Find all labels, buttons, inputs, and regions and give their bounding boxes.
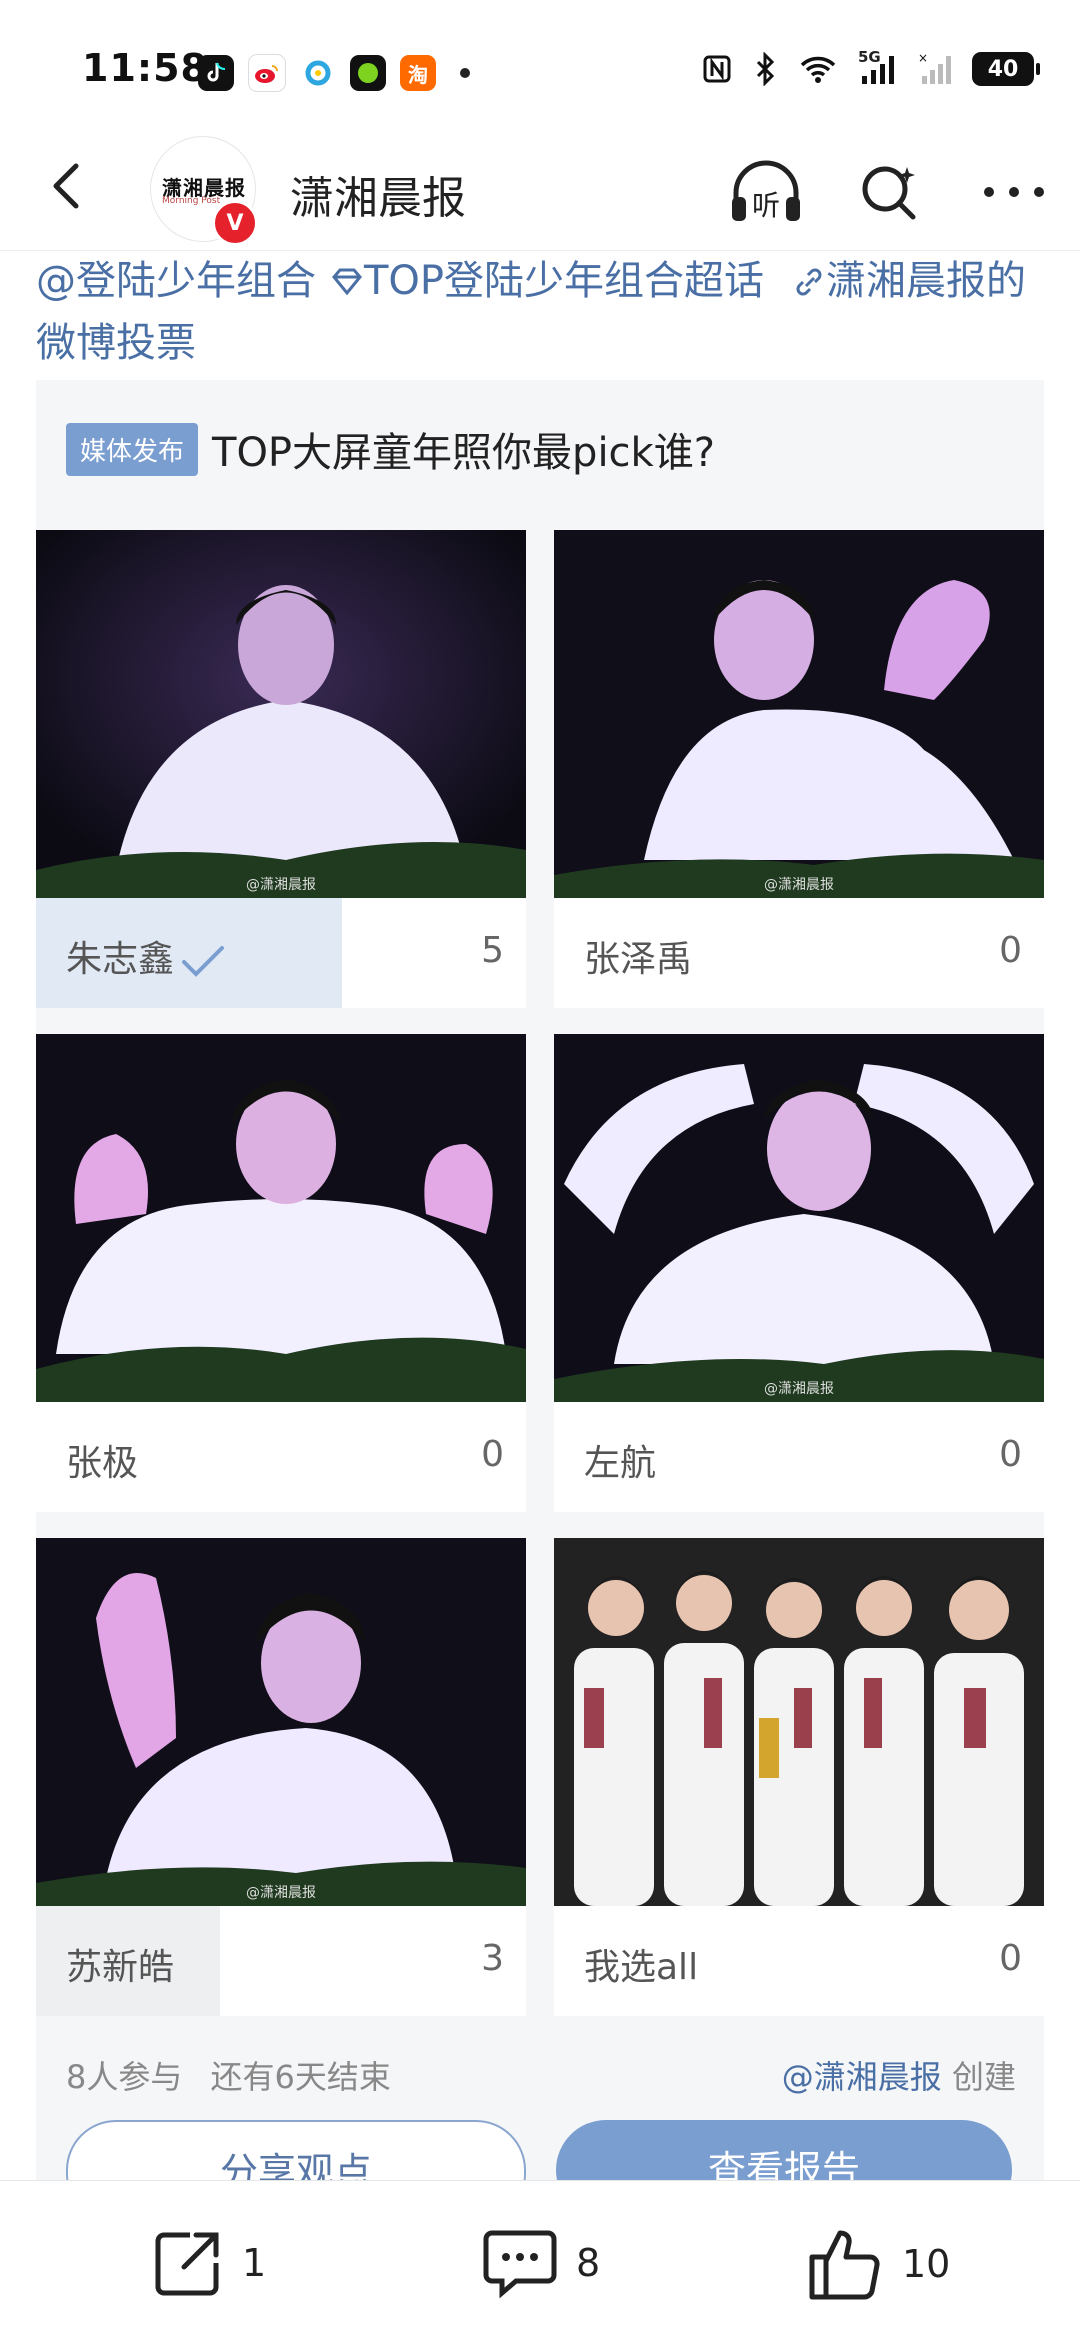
system-icons: 5G × 40 bbox=[702, 48, 1040, 86]
photo-watermark: @潇湘晨报 bbox=[764, 1381, 834, 1397]
vote-header: 媒体发布 TOP大屏童年照你最pick谁? bbox=[66, 420, 715, 478]
option-photo: @潇湘晨报 bbox=[36, 1538, 526, 1906]
option-label: 朱志鑫 bbox=[66, 930, 226, 982]
option-photo: @潇湘晨报 bbox=[36, 530, 526, 898]
link-icon bbox=[796, 268, 822, 296]
comment-icon bbox=[483, 2230, 557, 2299]
vote-option[interactable]: @潇湘晨报 苏新皓 3 bbox=[36, 1538, 526, 2016]
signal-weak-icon: × bbox=[918, 52, 951, 84]
media-badge: 媒体发布 bbox=[66, 422, 199, 476]
option-count: 0 bbox=[999, 1938, 1022, 1979]
chevron-left-icon bbox=[53, 163, 79, 209]
option-count: 0 bbox=[481, 1434, 504, 1475]
option-count: 3 bbox=[481, 1938, 504, 1979]
comment-count: 8 bbox=[576, 2241, 601, 2285]
option-photo bbox=[36, 1034, 526, 1402]
status-time: 11:58 bbox=[82, 46, 208, 90]
mention-link[interactable]: @登陆少年组合 bbox=[36, 258, 316, 304]
option-label: 张极 bbox=[66, 1443, 139, 1484]
post-topics: @登陆少年组合 TOP登陆少年组合超话 潇湘晨报的微博投票 bbox=[36, 250, 1046, 374]
more-dots-icon bbox=[984, 187, 1044, 197]
status-bar: 11:58 淘 5G × 40 bbox=[0, 0, 1080, 130]
verified-badge-icon: V bbox=[212, 200, 258, 246]
photo-watermark: @潇湘晨报 bbox=[246, 1885, 316, 1901]
app-header: 潇湘晨报 Morning Post V 潇湘晨报 听 bbox=[0, 130, 1080, 251]
time-remaining: 还有6天结束 bbox=[210, 2058, 391, 2096]
option-label: 苏新皓 bbox=[66, 1947, 175, 1988]
option-label: 张泽禹 bbox=[584, 939, 693, 980]
like-button[interactable]: 10 bbox=[806, 2225, 950, 2303]
option-photo: @潇湘晨报 bbox=[554, 530, 1044, 898]
search-button[interactable] bbox=[850, 152, 930, 232]
comment-button[interactable]: 8 bbox=[480, 2225, 600, 2301]
battery-icon: 40 bbox=[972, 52, 1040, 86]
option-count: 0 bbox=[999, 1434, 1022, 1475]
option-label: 我选all bbox=[584, 1947, 699, 1988]
option-count: 5 bbox=[481, 930, 504, 971]
taobao-icon: 淘 bbox=[400, 55, 436, 91]
vote-option[interactable]: @潇湘晨报 朱志鑫 5 bbox=[36, 530, 526, 1008]
vote-creator: @潇湘晨报 创建 bbox=[782, 2052, 1016, 2098]
more-button[interactable] bbox=[974, 152, 1054, 232]
like-count: 10 bbox=[902, 2242, 951, 2286]
participants-count: 8人参与 bbox=[66, 2058, 183, 2096]
option-label: 左航 bbox=[584, 1443, 657, 1484]
option-photo bbox=[554, 1538, 1044, 1906]
weibo-icon bbox=[248, 54, 286, 92]
bluetooth-icon bbox=[756, 52, 775, 86]
headphone-icon: 听 bbox=[732, 160, 800, 222]
vote-option[interactable]: 张极 0 bbox=[36, 1034, 526, 1512]
svg-text:×: × bbox=[918, 52, 928, 65]
vote-option[interactable]: 我选all 0 bbox=[554, 1538, 1044, 2016]
wifi-icon bbox=[800, 56, 836, 83]
creator-link[interactable]: @潇湘晨报 bbox=[782, 2058, 942, 2096]
svg-text:听: 听 bbox=[752, 189, 780, 222]
back-button[interactable] bbox=[38, 156, 98, 216]
creator-suffix: 创建 bbox=[951, 2058, 1016, 2096]
tiktok-icon bbox=[198, 55, 234, 91]
repost-count: 1 bbox=[242, 2241, 267, 2285]
repost-icon bbox=[155, 2232, 219, 2296]
check-icon bbox=[182, 946, 225, 977]
signal-5g-icon: 5G bbox=[858, 48, 898, 86]
thumbs-up-icon bbox=[809, 2230, 880, 2300]
vote-title: TOP大屏童年照你最pick谁? bbox=[212, 430, 715, 476]
vote-option[interactable]: @潇湘晨报 左航 0 bbox=[554, 1034, 1044, 1512]
listen-button[interactable]: 听 bbox=[726, 152, 806, 232]
more-notifications-dot bbox=[460, 68, 470, 78]
vote-card: 媒体发布 TOP大屏童年照你最pick谁? @潇湘晨报 朱志鑫 5 @潇湘晨报 … bbox=[36, 380, 1044, 2224]
diamond-icon bbox=[332, 268, 362, 296]
photo-watermark: @潇湘晨报 bbox=[764, 877, 834, 893]
supertopic-link[interactable]: TOP登陆少年组合超话 bbox=[330, 258, 778, 304]
option-name: 朱志鑫 bbox=[66, 939, 175, 980]
bottom-action-bar: 1 8 10 bbox=[0, 2180, 1080, 2345]
green-app-icon bbox=[350, 55, 386, 91]
qq-browser-icon bbox=[300, 55, 336, 91]
search-icon bbox=[862, 166, 916, 220]
notification-app-icons: 淘 bbox=[198, 54, 470, 92]
repost-button[interactable]: 1 bbox=[150, 2225, 266, 2301]
photo-watermark: @潇湘晨报 bbox=[246, 877, 316, 893]
avatar[interactable]: 潇湘晨报 Morning Post V bbox=[150, 136, 258, 246]
vote-option[interactable]: @潇湘晨报 张泽禹 0 bbox=[554, 530, 1044, 1008]
vote-footer: 8人参与 还有6天结束 @潇湘晨报 创建 bbox=[66, 2052, 1016, 2098]
option-count: 0 bbox=[999, 930, 1022, 971]
network-type-label: 5G bbox=[858, 48, 881, 66]
avatar-logo-subtext: Morning Post bbox=[162, 196, 221, 206]
supertopic-label: TOP登陆少年组合超话 bbox=[364, 258, 765, 304]
nfc-icon bbox=[703, 55, 731, 83]
account-name[interactable]: 潇湘晨报 bbox=[290, 162, 466, 226]
option-photo: @潇湘晨报 bbox=[554, 1034, 1044, 1402]
